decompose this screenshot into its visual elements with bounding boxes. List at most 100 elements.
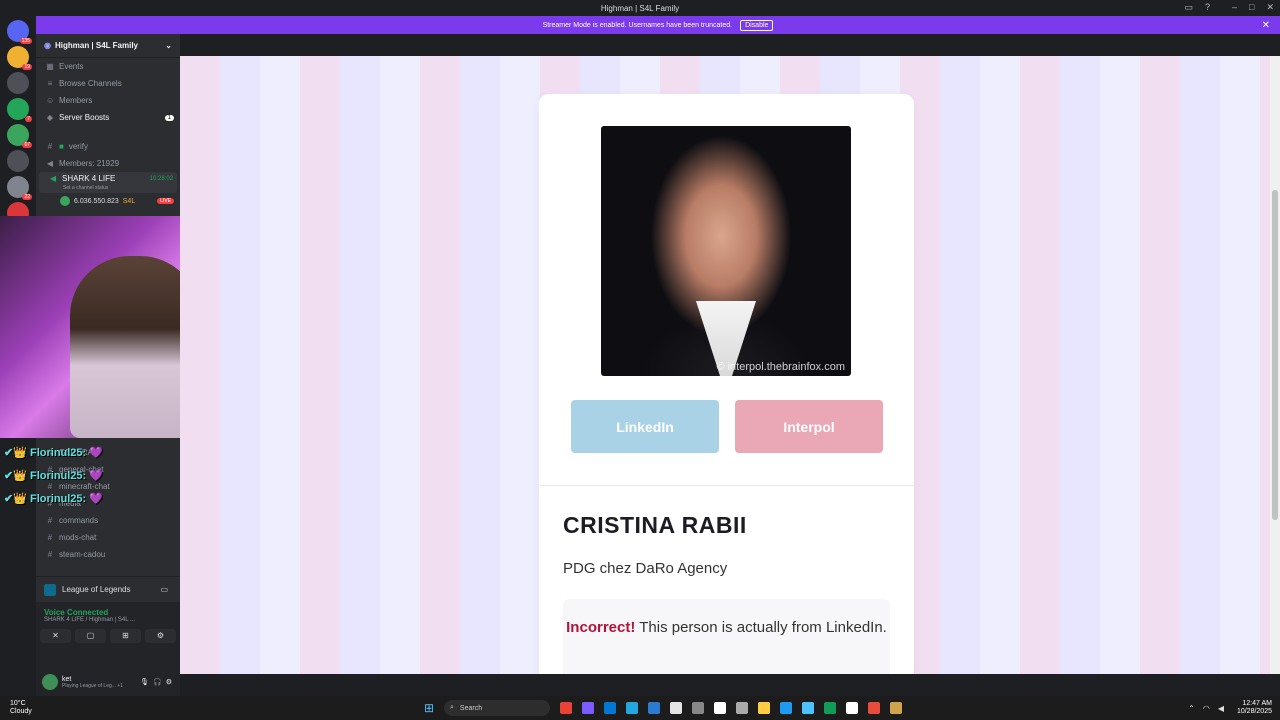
inbox-icon[interactable]: ▭: [1184, 2, 1193, 13]
interpol-button[interactable]: Interpol: [735, 400, 883, 453]
clock-date: 10/28/2025: [1236, 708, 1272, 715]
user-extra: +1: [117, 682, 124, 689]
scrollbar[interactable]: [1270, 56, 1280, 674]
taskbar-app-icon[interactable]: [736, 702, 748, 714]
voice-channel-shark[interactable]: ◀ SHARK 4 LIFE 10:28:02 Set a channel stat…: [39, 172, 177, 193]
voice-user-name: 6.036.550.823: [74, 197, 119, 205]
screen-icon[interactable]: ▭: [160, 585, 168, 594]
hash-icon: #: [47, 516, 53, 525]
sidebar-item-members[interactable]: ☺ Members: [36, 92, 180, 109]
taskbar-app-icon[interactable]: [868, 702, 880, 714]
avatar[interactable]: [42, 674, 58, 690]
mic-icon[interactable]: 🎙: [140, 678, 149, 686]
taskbar-app-icon[interactable]: [714, 702, 726, 714]
chat-line: ✔👑 Florinul25: 💜: [4, 447, 103, 459]
taskbar: 10°C Cloudy ⊞ ⌕ Search ⌃ ◠ ◀ 12:47 AM 10/…: [0, 696, 1280, 720]
windows-start-icon[interactable]: ⊞: [424, 701, 434, 715]
voice-connected-label[interactable]: Voice Connected: [36, 602, 180, 617]
channel-name: Members: 21929: [59, 159, 120, 168]
camera-button[interactable]: ✕: [40, 629, 71, 643]
channel-item[interactable]: # mods-chat: [36, 529, 180, 546]
channel-item[interactable]: # steam-cadou: [36, 546, 180, 563]
sidebar-item-label: Members: [59, 96, 93, 105]
quiz-card: © interpol.thebrainfox.com LinkedIn Inte…: [539, 94, 914, 674]
headphones-icon[interactable]: 🎧: [153, 678, 162, 686]
disable-button[interactable]: Disable: [740, 19, 774, 31]
sidebar-item-label: Events: [59, 62, 84, 71]
result-box: Incorrect! This person is actually from …: [563, 599, 890, 674]
taskbar-search[interactable]: ⌕ Search: [444, 700, 550, 716]
voice-user[interactable]: 6.036.550.823 S4L LIVE: [36, 193, 180, 209]
taskbar-app-icon[interactable]: [648, 702, 660, 714]
server-icon[interactable]: 135: [7, 20, 32, 44]
help-icon[interactable]: ?: [1205, 2, 1210, 13]
scrollbar-thumb[interactable]: [1272, 190, 1278, 520]
soundboard-button[interactable]: ⚙: [145, 629, 176, 643]
sidebar-item-browse-channels[interactable]: ≡ Browse Channels: [36, 75, 180, 92]
hash-icon: #: [47, 142, 53, 151]
server-icon[interactable]: 67: [7, 124, 32, 148]
weather-widget[interactable]: 10°C Cloudy: [10, 700, 32, 716]
channel-status[interactable]: Set a channel status: [39, 185, 177, 193]
sidebar-item-events[interactable]: ▦ Events: [36, 58, 180, 75]
sidebar-item-label: Browse Channels: [59, 79, 122, 88]
maximize-button[interactable]: □: [1249, 2, 1254, 13]
taskbar-app-icon[interactable]: [560, 702, 572, 714]
server-icon[interactable]: 19: [7, 46, 32, 70]
server-icon[interactable]: [7, 150, 29, 172]
person-name: CRISTINA RABII: [563, 512, 747, 538]
taskbar-app-icon[interactable]: [582, 702, 594, 714]
clock-time: 12:47 AM: [1242, 700, 1272, 707]
close-window-button[interactable]: ✕: [1266, 2, 1274, 13]
user-status: Playing League of Leg...: [62, 682, 116, 689]
activity-game: League of Legends: [62, 585, 131, 594]
server-header[interactable]: ◉ Highman | S4L Family ⌄: [36, 34, 180, 58]
photo-watermark: © interpol.thebrainfox.com: [716, 361, 845, 373]
wifi-icon[interactable]: ◠: [1203, 704, 1210, 713]
channel-members-count[interactable]: ◀ Members: 21929: [36, 155, 180, 172]
calendar-icon: ▦: [46, 62, 54, 71]
voice-panel: Voice Connected SHARK 4 LIFE / Highman |…: [36, 602, 180, 668]
taskbar-app-icon[interactable]: [846, 702, 858, 714]
chat-line: ✔👑 Florinul25: 💜: [4, 493, 103, 505]
search-icon: ⌕: [450, 704, 454, 711]
unread-badge: 22: [22, 194, 32, 200]
live-badge: LIVE: [157, 198, 174, 204]
server-icon: ◉: [44, 41, 51, 50]
channel-name: commands: [59, 516, 99, 525]
taskbar-app-icon[interactable]: [802, 702, 814, 714]
server-icon[interactable]: 7: [7, 98, 32, 122]
taskbar-app-icon[interactable]: [780, 702, 792, 714]
taskbar-app-icon[interactable]: [670, 702, 682, 714]
gear-icon[interactable]: ⚙: [166, 678, 172, 686]
channel-item[interactable]: # commands: [36, 512, 180, 529]
taskbar-app-icon[interactable]: [626, 702, 638, 714]
channel-name: steam-cadou: [59, 550, 106, 559]
volume-icon[interactable]: ◀: [1218, 704, 1224, 713]
sidebar-item-label: Server Boosts: [59, 113, 110, 122]
server-icon[interactable]: 22: [7, 176, 32, 200]
taskbar-app-icon[interactable]: [604, 702, 616, 714]
chevron-up-icon[interactable]: ⌃: [1188, 704, 1195, 713]
taskbar-app-icon[interactable]: [890, 702, 902, 714]
members-icon: ☺: [46, 96, 55, 105]
minimize-button[interactable]: –: [1232, 2, 1237, 13]
screen-share-button[interactable]: ▢: [75, 629, 106, 643]
server-icon[interactable]: [7, 72, 29, 94]
activity-league[interactable]: League of Legends ▭: [36, 576, 180, 602]
game-icon: [44, 583, 56, 596]
close-icon[interactable]: ✕: [1262, 20, 1270, 31]
taskbar-app-icon[interactable]: [758, 702, 770, 714]
channel-verify[interactable]: # ■ verify: [36, 138, 180, 155]
search-label: Search: [459, 704, 483, 712]
activities-button[interactable]: ⊞: [110, 629, 141, 643]
taskbar-app-icon[interactable]: [824, 702, 836, 714]
taskbar-app-icon[interactable]: [692, 702, 704, 714]
avatar: [60, 196, 70, 206]
user-name: ket: [62, 675, 72, 683]
linkedin-button[interactable]: LinkedIn: [571, 400, 719, 453]
unread-badge: 7: [25, 116, 32, 122]
streamer-mode-banner: Streamer Mode is enabled. Usernames have…: [36, 16, 1280, 34]
clock[interactable]: 12:47 AM 10/28/2025: [1237, 700, 1272, 716]
sidebar-item-server-boosts[interactable]: ◆ Server Boosts 1: [36, 109, 180, 126]
